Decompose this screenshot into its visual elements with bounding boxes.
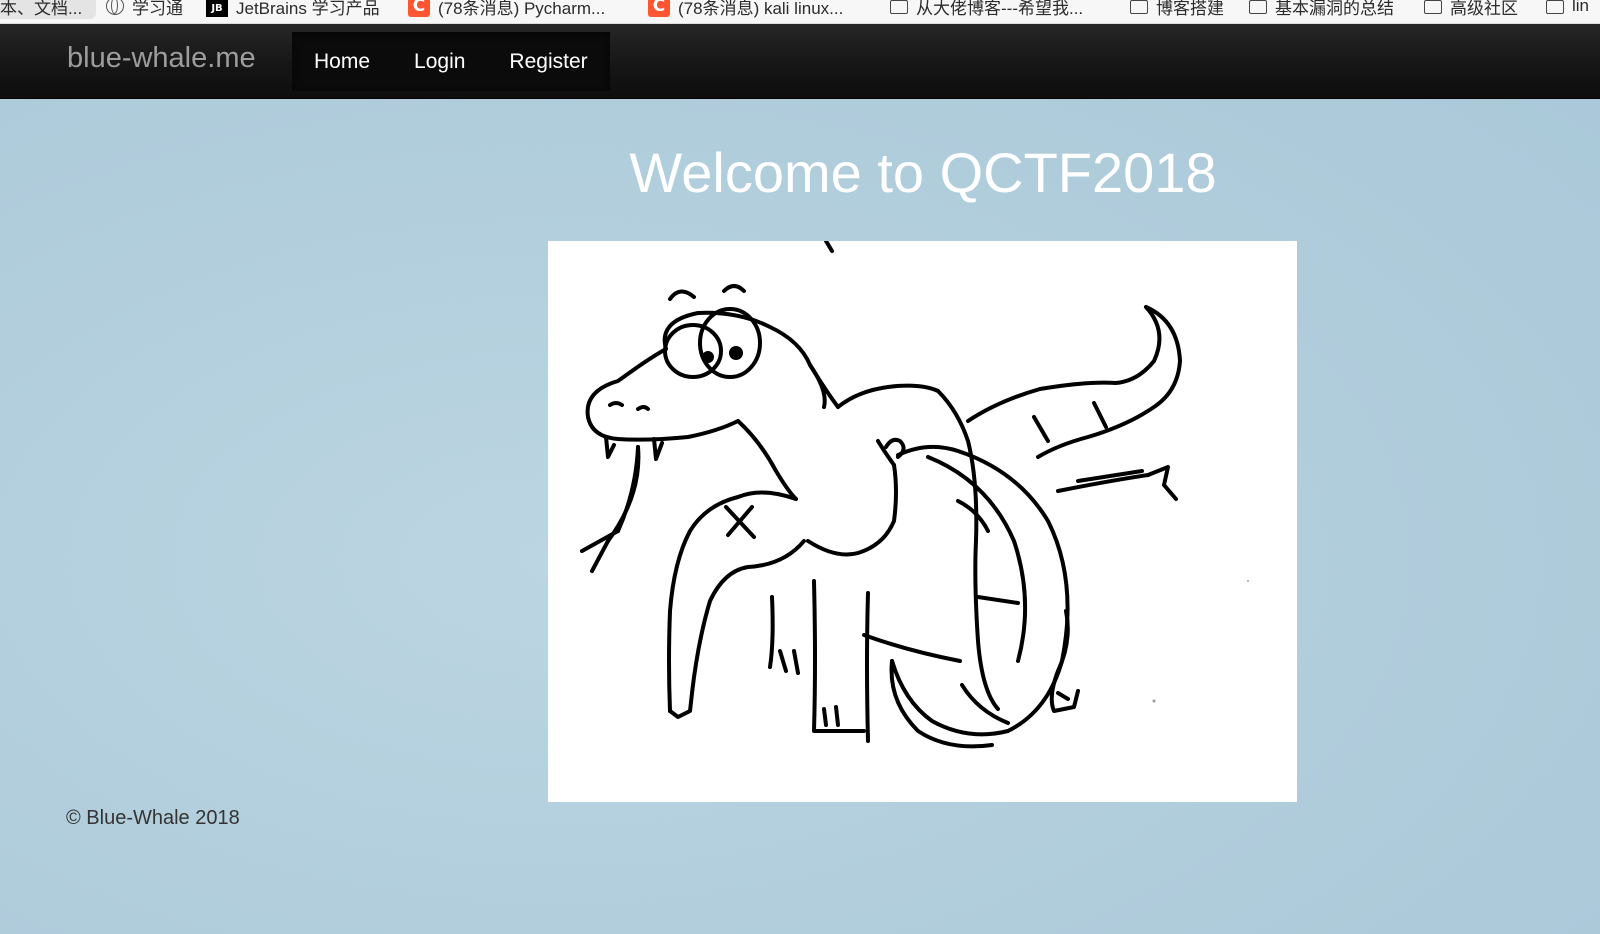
hero-image [548, 241, 1297, 802]
bookmark-label: 博客搭建 [1156, 0, 1224, 18]
bookmark-item[interactable]: 基本漏洞的总结 [1249, 0, 1394, 19]
bookmark-item[interactable]: 学习通 [106, 0, 183, 19]
bookmark-item[interactable]: 从大佬博客---希望我... [890, 0, 1083, 19]
jetbrains-icon: JB [206, 0, 228, 17]
snake-elephant-sketch [580, 241, 1250, 749]
folder-icon [1546, 0, 1564, 14]
csdn-icon: C [408, 0, 430, 17]
page-title: Welcome to QCTF2018 [629, 141, 1217, 204]
folder-icon [1130, 0, 1148, 14]
bookmark-label: (78条消息) kali linux... [678, 0, 844, 18]
bookmark-label: 从大佬博客---希望我... [916, 0, 1084, 18]
brand-link[interactable]: blue-whale.me [67, 42, 256, 75]
folder-icon [890, 0, 908, 14]
bookmark-label: (78条消息) Pycharm... [438, 0, 606, 18]
bookmark-label: 基本漏洞的总结 [1275, 0, 1394, 18]
bookmarks-bar: 本、文档... 学习通 JB JetBrains 学习产品 C (78条消息) … [0, 0, 1600, 24]
bookmark-label: 学习通 [132, 0, 183, 18]
folder-icon [1249, 0, 1267, 14]
bookmark-item[interactable]: 本、文档... [0, 0, 97, 19]
bookmark-item[interactable]: C (78条消息) kali linux... [648, 0, 843, 19]
bookmark-item[interactable]: 高级社区 [1424, 0, 1518, 19]
folder-icon [1424, 0, 1442, 14]
bookmark-label: 高级社区 [1450, 0, 1518, 18]
bookmark-label: 本、文档... [0, 0, 83, 18]
csdn-icon: C [648, 0, 670, 17]
bookmark-label: JetBrains 学习产品 [236, 0, 380, 18]
bookmark-item[interactable]: JB JetBrains 学习产品 [206, 0, 380, 19]
bookmark-item[interactable]: lin [1546, 0, 1589, 19]
footer-copyright: © Blue-Whale 2018 [66, 807, 240, 829]
globe-icon [106, 0, 124, 15]
nav-link-register[interactable]: Register [487, 32, 609, 91]
bookmark-item[interactable]: C (78条消息) Pycharm... [408, 0, 605, 19]
nav-link-login[interactable]: Login [392, 32, 487, 91]
navbar: blue-whale.me Home Login Register [0, 24, 1600, 99]
nav-menu: Home Login Register [292, 32, 610, 91]
bookmark-item[interactable]: 博客搭建 [1130, 0, 1224, 19]
bookmark-label: lin [1572, 0, 1590, 15]
nav-link-home[interactable]: Home [292, 32, 392, 91]
